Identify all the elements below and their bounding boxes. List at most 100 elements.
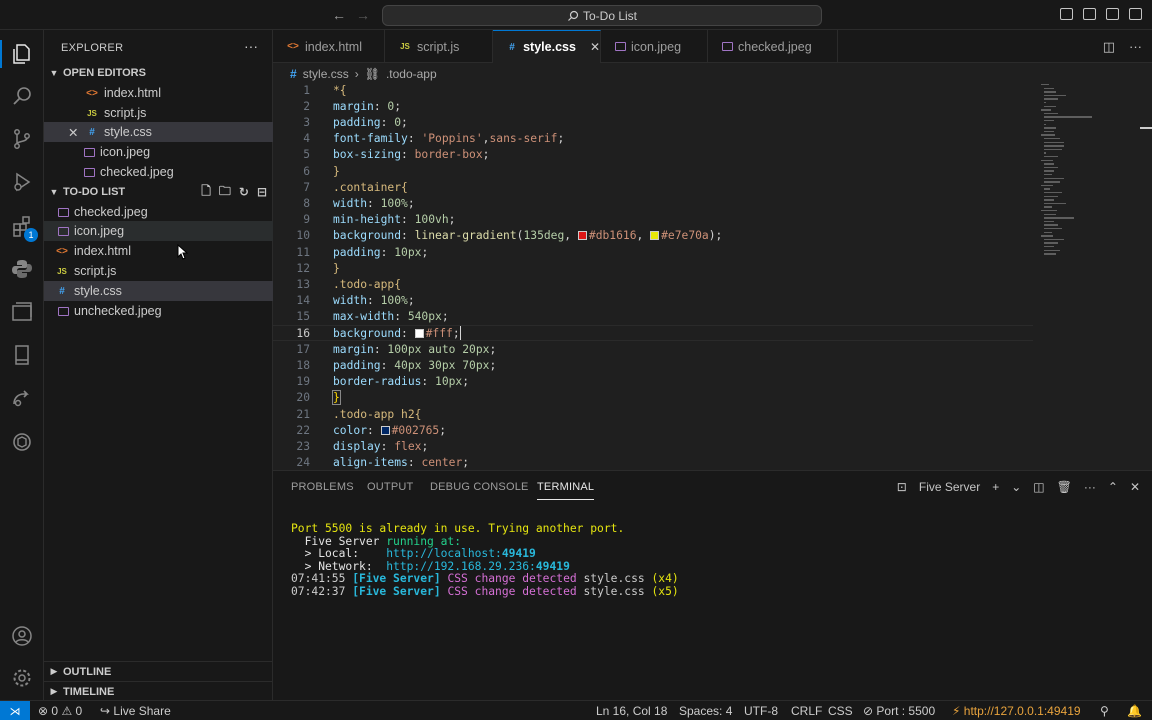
minimap-line xyxy=(1044,249,1060,251)
feedback-icon[interactable]: ⚲ xyxy=(1100,704,1109,718)
no-entry-icon: ⊘ xyxy=(863,704,874,718)
open-editor-item[interactable]: <> index.html xyxy=(44,83,273,103)
terminal-selector[interactable]: Five Server xyxy=(919,480,980,494)
chevron-down-icon[interactable]: ⌄ xyxy=(1011,480,1021,494)
port-indicator[interactable]: ⊘ Port : 5500 xyxy=(863,704,935,718)
open-editor-item[interactable]: icon.jpeg xyxy=(44,142,273,162)
extensions-icon[interactable]: 1 xyxy=(0,208,44,244)
indentation[interactable]: Spaces: 4 xyxy=(679,704,732,718)
open-editor-item[interactable]: JS script.js xyxy=(44,103,273,123)
remote-indicator-icon[interactable]: ⋊ xyxy=(0,701,30,720)
tab-debug-console[interactable]: DEBUG CONSOLE xyxy=(430,481,529,493)
toggle-panel-icon[interactable] xyxy=(1083,8,1096,20)
tab-problems[interactable]: PROBLEMS xyxy=(291,481,354,493)
color-swatch-white[interactable] xyxy=(414,329,424,339)
timeline-header[interactable]: ▶ TIMELINE xyxy=(44,681,273,701)
trash-icon[interactable]: 🗑 xyxy=(1057,480,1072,494)
image-file-icon xyxy=(58,306,69,316)
minimap-line xyxy=(1041,235,1053,237)
explorer-icon[interactable] xyxy=(0,36,44,72)
code-editor[interactable]: 1 *{ 2 margin: 0; 3 padding: 0; 4 font-famil… xyxy=(273,82,1152,470)
more-actions-icon[interactable]: ··· xyxy=(1129,39,1142,55)
minimap-line xyxy=(1041,184,1053,187)
notifications-bell-icon[interactable]: 🔔 xyxy=(1127,704,1142,718)
minimap-line xyxy=(1044,94,1066,97)
command-center[interactable]: To-Do List xyxy=(382,5,822,26)
book-icon[interactable] xyxy=(0,337,44,373)
python-icon[interactable] xyxy=(0,251,44,287)
code-line: 10 background: linear-gradient(135deg, #d… xyxy=(296,229,723,243)
tab-icon-jpeg[interactable]: icon.jpeg xyxy=(601,30,708,63)
file-item[interactable]: icon.jpeg xyxy=(44,221,273,241)
color-swatch-red[interactable] xyxy=(577,231,587,241)
toggle-sidebar-icon[interactable] xyxy=(1060,8,1073,20)
new-folder-icon[interactable]: 🗀 xyxy=(219,182,231,203)
close-panel-icon[interactable]: ✕ xyxy=(1130,480,1140,494)
server-url[interactable]: ⚡ http://127.0.0.1:49419 xyxy=(952,704,1081,718)
breadcrumb-symbol[interactable]: .todo-app xyxy=(386,67,437,81)
file-item[interactable]: unchecked.jpeg xyxy=(44,301,273,321)
window-title: To-Do List xyxy=(582,8,638,23)
open-editor-item[interactable]: ✕ # style.css xyxy=(44,122,273,142)
encoding[interactable]: UTF-8 xyxy=(744,704,778,718)
close-icon[interactable]: ✕ xyxy=(68,125,84,140)
image-file-icon xyxy=(84,147,95,157)
collapse-all-icon[interactable]: ⊟ xyxy=(257,185,267,199)
open-editors-header[interactable]: ▼ OPEN EDITORS xyxy=(44,63,273,83)
open-editor-item[interactable]: checked.jpeg xyxy=(44,162,273,182)
color-swatch-yellow[interactable] xyxy=(650,231,660,241)
minimap-line xyxy=(1044,138,1060,140)
more-actions-icon[interactable]: ··· xyxy=(1084,480,1096,494)
tab-script-js[interactable]: JS script.js xyxy=(385,30,493,63)
back-arrow-icon[interactable]: ← xyxy=(332,7,346,23)
refresh-icon[interactable]: ↻ xyxy=(239,185,249,199)
code-line: 17 margin: 100px auto 20px; xyxy=(296,342,497,356)
code-line: 14 width: 100%; xyxy=(296,294,415,308)
add-terminal-icon[interactable]: + xyxy=(992,480,999,494)
code-line: 1 *{ xyxy=(303,83,347,97)
terminal-output[interactable]: Port 5500 is already in use. Trying anot… xyxy=(291,522,679,598)
minimap[interactable] xyxy=(1041,84,1101,264)
new-file-icon[interactable]: 🗋 xyxy=(201,182,211,203)
code-line: 18 padding: 40px 30px 70px; xyxy=(296,358,497,372)
more-actions-icon[interactable]: ··· xyxy=(244,38,258,54)
js-file-icon: JS xyxy=(87,108,97,118)
line-endings[interactable]: CRLF xyxy=(791,704,822,718)
cursor-position[interactable]: Ln 16, Col 18 xyxy=(596,704,667,718)
minimap-line xyxy=(1044,105,1056,107)
account-icon[interactable] xyxy=(0,618,44,654)
live-share-icon[interactable] xyxy=(0,380,44,416)
split-editor-icon[interactable]: ◫ xyxy=(1103,39,1115,55)
tab-checked-jpeg[interactable]: checked.jpeg xyxy=(708,30,838,63)
minimap-line xyxy=(1044,177,1064,179)
run-debug-icon[interactable] xyxy=(0,164,44,200)
file-item[interactable]: <> index.html xyxy=(44,241,273,261)
live-share-button[interactable]: ↪ Live Share xyxy=(100,704,171,718)
close-tab-icon[interactable]: ✕ xyxy=(590,40,600,54)
tab-terminal[interactable]: TERMINAL xyxy=(537,481,595,500)
project-folder-header[interactable]: ▼ TO-DO LIST 🗋 🗀 ↻ ⊟ xyxy=(44,182,273,202)
language-mode[interactable]: CSS xyxy=(828,704,853,718)
settings-gear-icon[interactable] xyxy=(0,660,44,696)
file-item[interactable]: # style.css xyxy=(44,281,273,301)
file-item[interactable]: JS script.js xyxy=(44,261,273,281)
html-file-icon: <> xyxy=(56,245,68,257)
tab-style-css[interactable]: # style.css ✕ xyxy=(493,30,601,63)
problems-indicator[interactable]: ⊗ 0 ⚠ 0 xyxy=(38,704,82,718)
split-terminal-icon[interactable]: ◫ xyxy=(1033,480,1044,494)
color-swatch-navy[interactable] xyxy=(380,425,390,435)
chatgpt-icon[interactable] xyxy=(0,424,44,460)
file-item[interactable]: checked.jpeg xyxy=(44,202,273,222)
forward-arrow-icon[interactable]: → xyxy=(356,7,370,23)
minimap-line xyxy=(1044,156,1058,158)
search-icon[interactable] xyxy=(0,78,44,114)
breadcrumb-file[interactable]: style.css xyxy=(303,67,349,81)
maximize-panel-icon[interactable]: ⌃ xyxy=(1108,480,1118,494)
toggle-secondary-sidebar-icon[interactable] xyxy=(1106,8,1119,20)
source-control-icon[interactable] xyxy=(0,121,44,157)
outline-header[interactable]: ▶ OUTLINE xyxy=(44,661,273,681)
tab-output[interactable]: OUTPUT xyxy=(367,481,413,493)
remote-explorer-icon[interactable] xyxy=(0,294,44,330)
tab-index-html[interactable]: <> index.html xyxy=(273,30,385,63)
customize-layout-icon[interactable] xyxy=(1129,8,1142,20)
